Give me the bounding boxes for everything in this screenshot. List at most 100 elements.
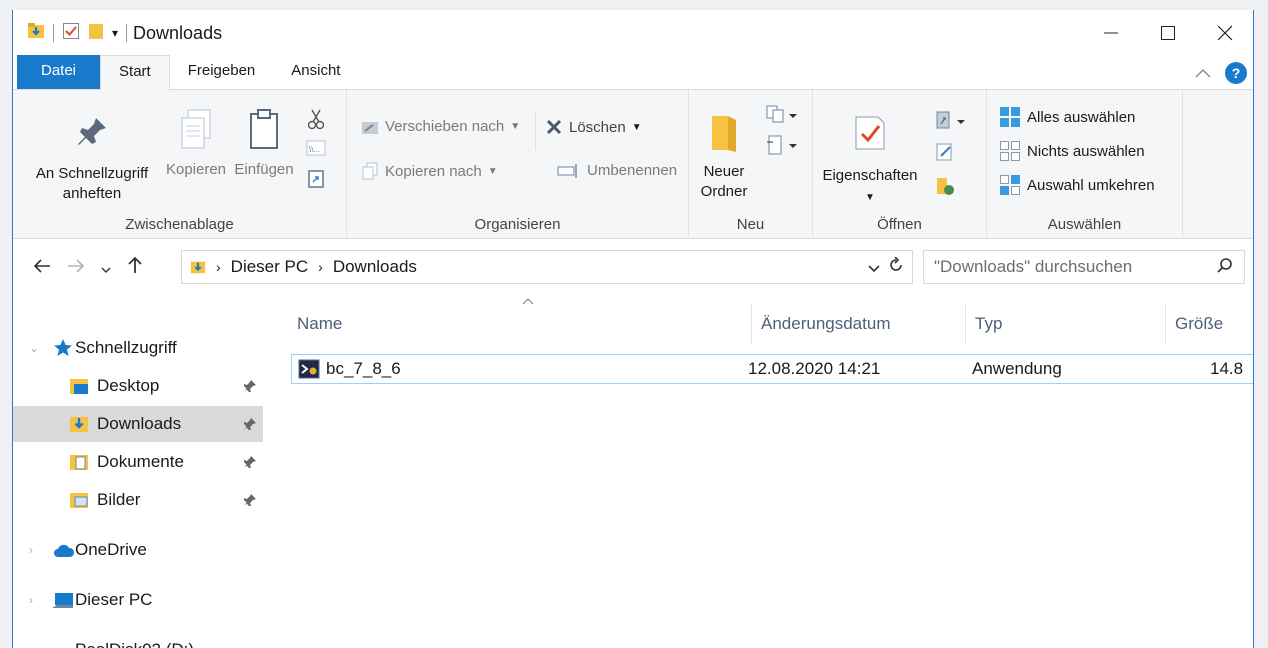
documents-folder-icon xyxy=(69,453,89,476)
tab-view[interactable]: Ansicht xyxy=(273,55,358,89)
nav-desktop-label: Desktop xyxy=(97,376,160,395)
column-divider[interactable] xyxy=(1165,304,1166,344)
desktop-folder-icon xyxy=(69,377,89,400)
tab-file[interactable]: Datei xyxy=(17,55,101,89)
file-date: 12.08.2020 14:21 xyxy=(748,359,881,378)
tab-start[interactable]: Start xyxy=(100,55,170,90)
nav-pictures-label: Bilder xyxy=(97,490,141,509)
rename-button[interactable]: Umbenennen xyxy=(557,162,677,179)
copy-to-button[interactable]: Kopieren nach ▼ xyxy=(361,162,498,180)
rename-label: Umbenennen xyxy=(587,162,678,179)
select-all-button[interactable]: Alles auswählen xyxy=(999,106,1135,128)
downloads-folder-icon xyxy=(190,261,206,274)
search-input[interactable]: "Downloads" durchsuchen xyxy=(923,250,1245,284)
chevron-right-icon[interactable]: › xyxy=(29,593,33,607)
column-divider[interactable] xyxy=(751,304,752,344)
forward-button[interactable] xyxy=(67,257,85,280)
pin-icon[interactable] xyxy=(243,492,257,512)
nav-quick-access[interactable]: ⌄ Schnellzugriff xyxy=(13,330,263,366)
nav-desktop[interactable]: Desktop xyxy=(13,368,263,404)
quick-access-toolbar: ▾ xyxy=(27,22,128,45)
collapse-ribbon-icon[interactable] xyxy=(1195,65,1211,81)
breadcrumb-downloads[interactable]: Downloads xyxy=(333,257,417,277)
copy-button[interactable]: Kopieren xyxy=(159,108,233,180)
paste-shortcut-icon[interactable] xyxy=(307,168,325,193)
paste-icon xyxy=(250,109,278,149)
ribbon-tabs: Datei Start Freigeben Ansicht ? xyxy=(13,55,1253,90)
refresh-icon xyxy=(890,255,902,271)
pin-icon xyxy=(78,118,106,145)
column-header-size[interactable]: Größe xyxy=(1175,306,1223,342)
address-dropdown-button[interactable] xyxy=(868,257,880,277)
invert-selection-button[interactable]: Auswahl umkehren xyxy=(999,174,1155,196)
pin-label-1: An Schnellzugriff xyxy=(35,165,149,182)
application-icon xyxy=(298,359,320,384)
nav-documents[interactable]: Dokumente xyxy=(13,444,263,480)
properties-quick-icon[interactable] xyxy=(62,22,80,45)
refresh-button[interactable] xyxy=(888,255,904,278)
column-header-name[interactable]: Name xyxy=(297,306,342,342)
breadcrumb-this-pc[interactable]: Dieser PC xyxy=(231,257,308,277)
new-folder-button[interactable]: Neuer Ordner xyxy=(693,114,755,202)
column-divider[interactable] xyxy=(965,304,966,344)
column-header-date[interactable]: Änderungsdatum xyxy=(761,306,890,342)
file-list: Name Änderungsdatum Typ Größe bc_7_8_6 1… xyxy=(275,292,1253,648)
invert-selection-icon xyxy=(1000,175,1020,195)
pictures-folder-icon xyxy=(69,491,89,514)
close-button[interactable] xyxy=(1196,10,1253,56)
paste-label: Einfügen xyxy=(234,161,294,178)
up-button[interactable] xyxy=(127,256,143,280)
rename-icon xyxy=(557,163,577,178)
pin-label-2: anheften xyxy=(62,185,122,202)
history-icon[interactable] xyxy=(935,176,957,201)
chevron-right-icon[interactable]: › xyxy=(29,543,33,557)
new-folder-icon xyxy=(712,116,736,152)
pin-icon[interactable] xyxy=(243,378,257,398)
nav-pictures[interactable]: Bilder xyxy=(13,482,263,518)
paste-button[interactable]: Einfügen xyxy=(231,108,297,180)
easy-access-icon[interactable] xyxy=(765,134,801,163)
maximize-icon xyxy=(1160,26,1175,40)
pin-icon[interactable] xyxy=(243,454,257,474)
edit-icon[interactable] xyxy=(935,142,955,167)
cut-icon[interactable] xyxy=(307,108,325,135)
new-item-icon[interactable] xyxy=(765,104,801,131)
recent-locations-button[interactable] xyxy=(101,257,111,280)
separator xyxy=(53,24,54,42)
copy-to-icon xyxy=(362,162,378,180)
open-icon[interactable] xyxy=(933,110,969,137)
minimize-button[interactable] xyxy=(1082,10,1139,56)
move-to-button[interactable]: Verschieben nach ▼ xyxy=(361,118,520,135)
pin-icon[interactable] xyxy=(243,416,257,436)
minimize-icon xyxy=(1103,32,1118,34)
file-explorer-window: ▾ Downloads Datei Start Freigeben Ansich… xyxy=(12,10,1254,648)
new-folder-label-2: Ordner xyxy=(700,183,748,200)
copy-path-icon[interactable]: \\... xyxy=(306,140,326,161)
address-bar[interactable]: › Dieser PC › Downloads xyxy=(181,250,913,284)
group-open: Eigenschaften ▼ Öffnen xyxy=(813,90,987,239)
nav-downloads-label: Downloads xyxy=(97,414,182,433)
new-folder-quick-icon[interactable] xyxy=(88,22,104,45)
maximize-button[interactable] xyxy=(1139,10,1196,56)
back-button[interactable] xyxy=(33,257,51,280)
delete-button[interactable]: Löschen ▼ xyxy=(545,118,642,136)
delete-x-icon xyxy=(546,119,562,135)
customize-dropdown-icon[interactable]: ▾ xyxy=(112,26,118,40)
select-all-label: Alles auswählen xyxy=(1027,108,1136,126)
nav-pooldisk[interactable]: › PoolDisk02 (D:) xyxy=(13,632,263,648)
nav-this-pc[interactable]: › Dieser PC xyxy=(13,582,263,618)
select-none-button[interactable]: Nichts auswählen xyxy=(999,140,1145,162)
file-row[interactable]: bc_7_8_6 12.08.2020 14:21 Anwendung 14.8 xyxy=(291,354,1253,384)
column-header-type[interactable]: Typ xyxy=(975,306,1002,342)
properties-button[interactable]: Eigenschaften ▼ xyxy=(817,114,923,208)
tab-share[interactable]: Freigeben xyxy=(170,55,274,89)
nav-onedrive[interactable]: › OneDrive xyxy=(13,532,263,568)
chevron-right-icon[interactable]: › xyxy=(29,643,33,648)
help-icon[interactable]: ? xyxy=(1225,62,1247,84)
forward-arrow-icon xyxy=(68,258,85,273)
nav-downloads[interactable]: Downloads xyxy=(13,406,263,442)
organize-group-label: Organisieren xyxy=(474,216,561,233)
pin-quick-access-button[interactable]: An Schnellzugriff anheften xyxy=(19,114,165,204)
chevron-down-icon[interactable]: ⌄ xyxy=(29,341,39,355)
copy-icon xyxy=(181,109,211,149)
